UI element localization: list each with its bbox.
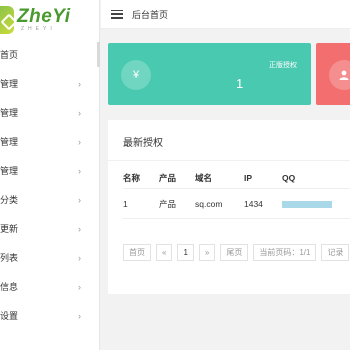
pagination: 首页 « 1 » 尾页 当前页码：1/1 记录 bbox=[123, 244, 350, 261]
sidebar-item-info[interactable]: 信息 › bbox=[0, 272, 99, 301]
sidebar-item-manage-3[interactable]: 管理 › bbox=[0, 127, 99, 156]
sidebar-item-label: 信息 bbox=[0, 282, 19, 292]
sidebar: ZheYi ZHEYI 首页 管理 › 管理 › 管理 › 管理 › 分类 › 更新 › 列… bbox=[0, 0, 100, 350]
column-header-qq: QQ bbox=[282, 172, 350, 189]
column-header-product: 产品 bbox=[159, 172, 195, 189]
chevron-right-icon: › bbox=[78, 310, 81, 321]
logo-icon bbox=[0, 6, 14, 34]
column-header-ip: IP bbox=[244, 172, 282, 189]
logo-subtitle: ZHEYI bbox=[21, 25, 56, 32]
prev-page-button[interactable]: « bbox=[156, 244, 173, 261]
sidebar-item-manage-1[interactable]: 管理 › bbox=[0, 69, 99, 98]
user-icon bbox=[329, 60, 350, 90]
table-row: 1 产品 sq.com 1434 bbox=[123, 189, 350, 219]
chevron-right-icon: › bbox=[78, 107, 81, 118]
chevron-right-icon: › bbox=[78, 252, 81, 263]
next-page-button[interactable]: » bbox=[198, 244, 216, 261]
chevron-right-icon: › bbox=[78, 136, 81, 147]
sidebar-item-label: 更新 bbox=[0, 224, 19, 234]
logo-title: ZheYi bbox=[17, 5, 71, 27]
breadcrumb: 后台首页 bbox=[132, 9, 169, 20]
chevron-right-icon: › bbox=[78, 223, 81, 234]
table-header-row: 名称 产品 域名 IP QQ bbox=[123, 172, 350, 189]
sidebar-item-update[interactable]: 更新 › bbox=[0, 214, 99, 243]
sidebar-item-settings[interactable]: 设置 › bbox=[0, 301, 99, 330]
sidebar-item-label: 管理 bbox=[0, 79, 19, 89]
panel-title: 最新授权 bbox=[123, 138, 163, 149]
stat-value: 1 bbox=[236, 76, 244, 91]
chevron-right-icon: › bbox=[78, 78, 81, 89]
sidebar-item-label: 管理 bbox=[0, 166, 19, 176]
qq-redacted-bar bbox=[282, 200, 332, 208]
last-page-button[interactable]: 尾页 bbox=[220, 244, 249, 261]
stat-card-users bbox=[316, 43, 350, 105]
sidebar-item-label: 设置 bbox=[0, 311, 19, 321]
licenses-table: 名称 产品 域名 IP QQ 1 产品 sq.com 1434 bbox=[123, 172, 350, 219]
cell-qq bbox=[282, 189, 350, 219]
column-header-name: 名称 bbox=[123, 172, 159, 189]
column-header-domain: 域名 bbox=[195, 172, 244, 189]
sidebar-item-category[interactable]: 分类 › bbox=[0, 185, 99, 214]
yen-icon: ¥ bbox=[121, 60, 151, 90]
chevron-right-icon: › bbox=[78, 281, 81, 292]
latest-licenses-panel: 最新授权 名称 产品 域名 IP QQ 1 产品 sq.com 1434 首页 … bbox=[108, 120, 350, 294]
records-indicator: 记录 bbox=[321, 244, 350, 261]
sidebar-item-home[interactable]: 首页 bbox=[0, 40, 100, 69]
stat-label: 正版授权 bbox=[269, 62, 297, 69]
logo[interactable]: ZheYi ZHEYI bbox=[0, 0, 99, 40]
first-page-button[interactable]: 首页 bbox=[123, 244, 151, 261]
sidebar-item-label: 首页 bbox=[0, 50, 19, 60]
sidebar-item-label: 列表 bbox=[0, 253, 19, 263]
menu-toggle-icon[interactable] bbox=[111, 9, 123, 19]
sidebar-item-manage-2[interactable]: 管理 › bbox=[0, 98, 99, 127]
sidebar-menu: 首页 管理 › 管理 › 管理 › 管理 › 分类 › 更新 › 列表 › 信息 › 设置 › bbox=[0, 40, 100, 330]
chevron-right-icon: › bbox=[78, 194, 81, 205]
sidebar-item-list[interactable]: 列表 › bbox=[0, 243, 99, 272]
page-number-button[interactable]: 1 bbox=[177, 244, 194, 261]
sidebar-item-manage-4[interactable]: 管理 › bbox=[0, 156, 99, 185]
sidebar-item-label: 管理 bbox=[0, 137, 19, 147]
cell-name: 1 bbox=[123, 198, 128, 209]
stat-card-license: ¥ 正版授权 1 bbox=[108, 43, 311, 105]
cell-ip: 1434 bbox=[244, 198, 263, 209]
sidebar-item-label: 管理 bbox=[0, 108, 19, 118]
divider bbox=[108, 160, 350, 161]
cell-product: 产品 bbox=[159, 198, 177, 209]
cell-domain: sq.com bbox=[195, 198, 223, 209]
top-header: 后台首页 bbox=[101, 0, 350, 29]
sidebar-item-label: 分类 bbox=[0, 195, 19, 205]
chevron-right-icon: › bbox=[78, 165, 81, 176]
current-page-indicator: 当前页码：1/1 bbox=[253, 244, 317, 261]
